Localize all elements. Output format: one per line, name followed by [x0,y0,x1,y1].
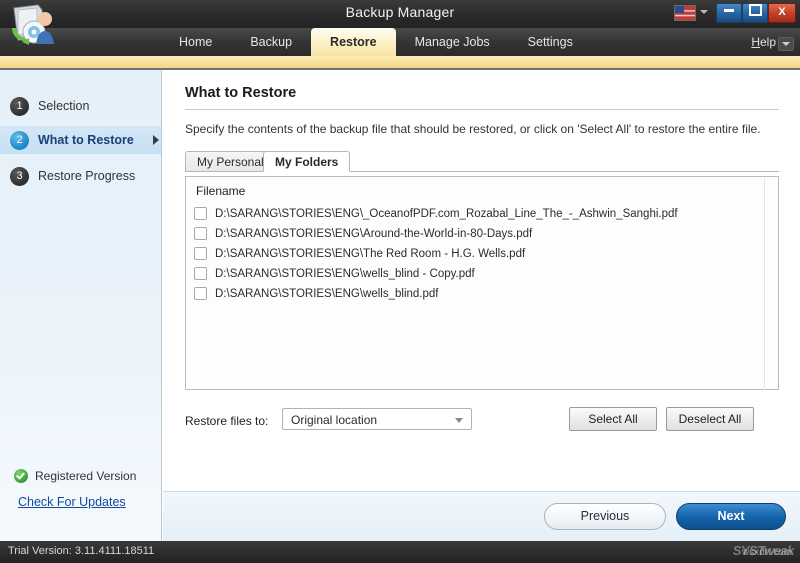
title-divider [185,109,779,110]
sidebar-item-label-selection: Selection [38,99,90,113]
sidebar-item-restore-progress[interactable]: 3 Restore Progress [0,162,161,190]
restore-files-to-label: Restore files to: [185,414,269,428]
title-bar: Backup Manager X [0,0,800,45]
table-row[interactable]: D:\SARANG\STORIES\ENG\Around-the-World-i… [194,225,532,242]
trial-version-label: Trial Version: 3.11.4111.18511 [8,545,155,557]
active-step-arrow-icon [153,135,159,145]
main-nav-tabs: Home Backup Restore Manage Jobs Settings [160,28,592,56]
tab-restore[interactable]: Restore [311,28,396,56]
wizard-footer: Previous Next [163,491,800,541]
content-tabs: My Personal My Folders [185,150,779,172]
tab-manage-jobs[interactable]: Manage Jobs [396,28,509,56]
help-chevron-down-icon[interactable] [778,37,794,51]
table-row[interactable]: D:\SARANG\STORIES\ENG\The Red Room - H.G… [194,245,525,262]
sidebar-item-label-restore-progress: Restore Progress [38,169,136,183]
step-badge-1: 1 [10,96,29,116]
tab-home[interactable]: Home [160,28,231,56]
sidebar-item-what-to-restore[interactable]: 2 What to Restore [0,126,161,154]
maximize-icon [748,4,762,16]
us-flag-icon[interactable] [674,5,696,21]
file-checkbox[interactable] [194,227,207,240]
tab-settings[interactable]: Settings [509,28,592,56]
status-bar: Trial Version: 3.11.4111.18511 SYSTweak … [0,541,800,563]
tab-backup[interactable]: Backup [231,28,311,56]
registered-version-label: Registered Version [35,469,137,483]
chevron-down-icon [455,418,463,423]
file-name-label: D:\SARANG\STORIES\ENG\The Red Room - H.G… [215,247,526,260]
select-all-button[interactable]: Select All [569,407,657,431]
file-name-label: D:\SARANG\STORIES\ENG\wells_blind.pdf [215,287,439,300]
wizard-sidebar: 1 Selection 2 What to Restore 3 Restore … [0,70,162,541]
file-list-scroll-divider [764,178,765,390]
step-badge-2: 2 [10,130,29,150]
table-row[interactable]: D:\SARANG\STORIES\ENG\wells_blind - Copy… [194,265,475,282]
language-chevron-down-icon[interactable] [700,10,708,14]
file-checkbox[interactable] [194,247,207,260]
file-checkbox[interactable] [194,207,207,220]
table-row[interactable]: D:\SARANG\STORIES\ENG\_OceanofPDF.com_Ro… [194,205,678,222]
restore-location-select[interactable]: Original location [282,408,472,430]
page-title: What to Restore [185,85,297,101]
minimize-button[interactable] [716,3,742,23]
content-panel: What to Restore Specify the contents of … [163,70,800,491]
maximize-button[interactable] [742,3,768,23]
column-header-filename: Filename [196,184,246,198]
step-badge-3: 3 [10,166,29,186]
check-circle-icon [14,469,28,483]
sidebar-item-label-what-to-restore: What to Restore [38,133,134,147]
previous-button[interactable]: Previous [544,503,666,530]
close-button[interactable]: X [768,3,796,23]
next-button[interactable]: Next [676,503,786,530]
file-name-label: D:\SARANG\STORIES\ENG\_OceanofPDF.com_Ro… [215,207,678,220]
accent-strip [0,56,800,70]
page-description: Specify the contents of the backup file … [185,122,761,136]
registration-status: Registered Version [14,469,136,483]
file-name-label: D:\SARANG\STORIES\ENG\Around-the-World-i… [215,227,533,240]
main-navigation-bar: Home Backup Restore Manage Jobs Settings… [0,28,800,56]
backup-manager-window: Backup Manager X Home Backup Restore Man… [0,0,800,563]
deselect-all-button[interactable]: Deselect All [666,407,754,431]
watermark-wsxdn: wsxdn.com [741,547,792,558]
sidebar-item-selection[interactable]: 1 Selection [0,92,161,120]
tab-my-folders[interactable]: My Folders [263,151,351,172]
check-for-updates-link[interactable]: Check For Updates [18,495,126,509]
restore-location-value: Original location [291,413,378,427]
backup-manager-app-icon [8,2,58,50]
file-name-label: D:\SARANG\STORIES\ENG\wells_blind - Copy… [215,267,475,280]
file-list-panel[interactable]: Filename D:\SARANG\STORIES\ENG\_OceanofP… [185,176,779,390]
file-checkbox[interactable] [194,287,207,300]
table-row[interactable]: D:\SARANG\STORIES\ENG\wells_blind.pdf [194,285,438,302]
file-checkbox[interactable] [194,267,207,280]
help-link[interactable]: Help [751,35,776,49]
minimize-icon [724,9,734,12]
